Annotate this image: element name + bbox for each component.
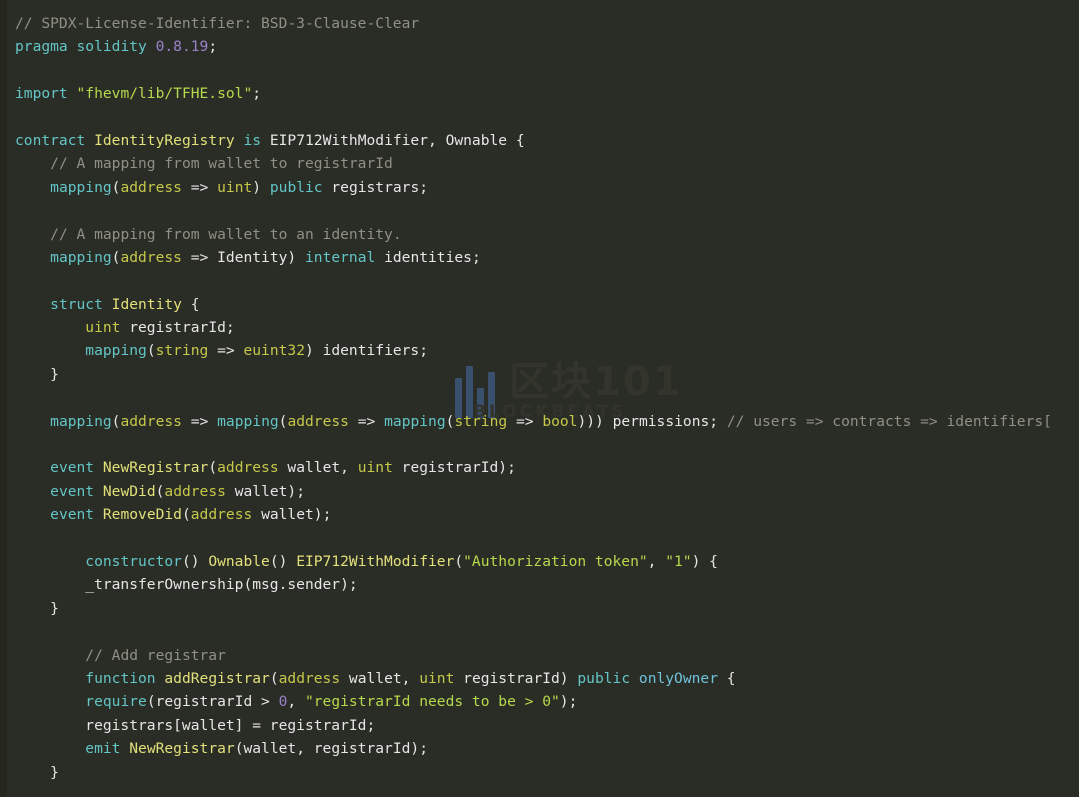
code-line: event NewDid(address wallet); — [0, 480, 1079, 503]
code-line: contract IdentityRegistry is EIP712WithM… — [0, 129, 1079, 152]
code-line: // A mapping from wallet to an identity. — [0, 223, 1079, 246]
code-line: emit NewRegistrar(wallet, registrarId); — [0, 737, 1079, 760]
code-line — [0, 620, 1079, 643]
code-line: // SPDX-License-Identifier: BSD-3-Clause… — [0, 12, 1079, 35]
code-line: event RemoveDid(address wallet); — [0, 503, 1079, 526]
code-line: require(registrarId > 0, "registrarId ne… — [0, 690, 1079, 713]
code-line: mapping(address => uint) public registra… — [0, 176, 1079, 199]
code-line: uint registrarId; — [0, 316, 1079, 339]
code-line: registrars[wallet] = registrarId; — [0, 714, 1079, 737]
code-line: constructor() Ownable() EIP712WithModifi… — [0, 550, 1079, 573]
code-line: pragma solidity 0.8.19; — [0, 35, 1079, 58]
code-line: mapping(address => Identity) internal id… — [0, 246, 1079, 269]
code-line: import "fhevm/lib/TFHE.sol"; — [0, 82, 1079, 105]
code-line: function addRegistrar(address wallet, ui… — [0, 667, 1079, 690]
code-block[interactable]: // SPDX-License-Identifier: BSD-3-Clause… — [0, 12, 1079, 784]
code-line — [0, 433, 1079, 456]
code-line — [0, 527, 1079, 550]
code-line: _transferOwnership(msg.sender); — [0, 573, 1079, 596]
code-line: } — [0, 363, 1079, 386]
code-viewer[interactable]: 区块101 BLOCKBEATS // SPDX-License-Identif… — [0, 0, 1079, 797]
code-line: event NewRegistrar(address wallet, uint … — [0, 456, 1079, 479]
code-line: } — [0, 761, 1079, 784]
code-line: // Add registrar — [0, 644, 1079, 667]
code-line: mapping(address => mapping(address => ma… — [0, 410, 1079, 433]
code-line — [0, 386, 1079, 409]
code-line — [0, 106, 1079, 129]
code-line: struct Identity { — [0, 293, 1079, 316]
code-line — [0, 269, 1079, 292]
code-line: } — [0, 597, 1079, 620]
code-line — [0, 199, 1079, 222]
code-line — [0, 59, 1079, 82]
left-gutter-strip — [0, 0, 7, 797]
code-line: // A mapping from wallet to registrarId — [0, 152, 1079, 175]
code-line: mapping(string => euint32) identifiers; — [0, 339, 1079, 362]
